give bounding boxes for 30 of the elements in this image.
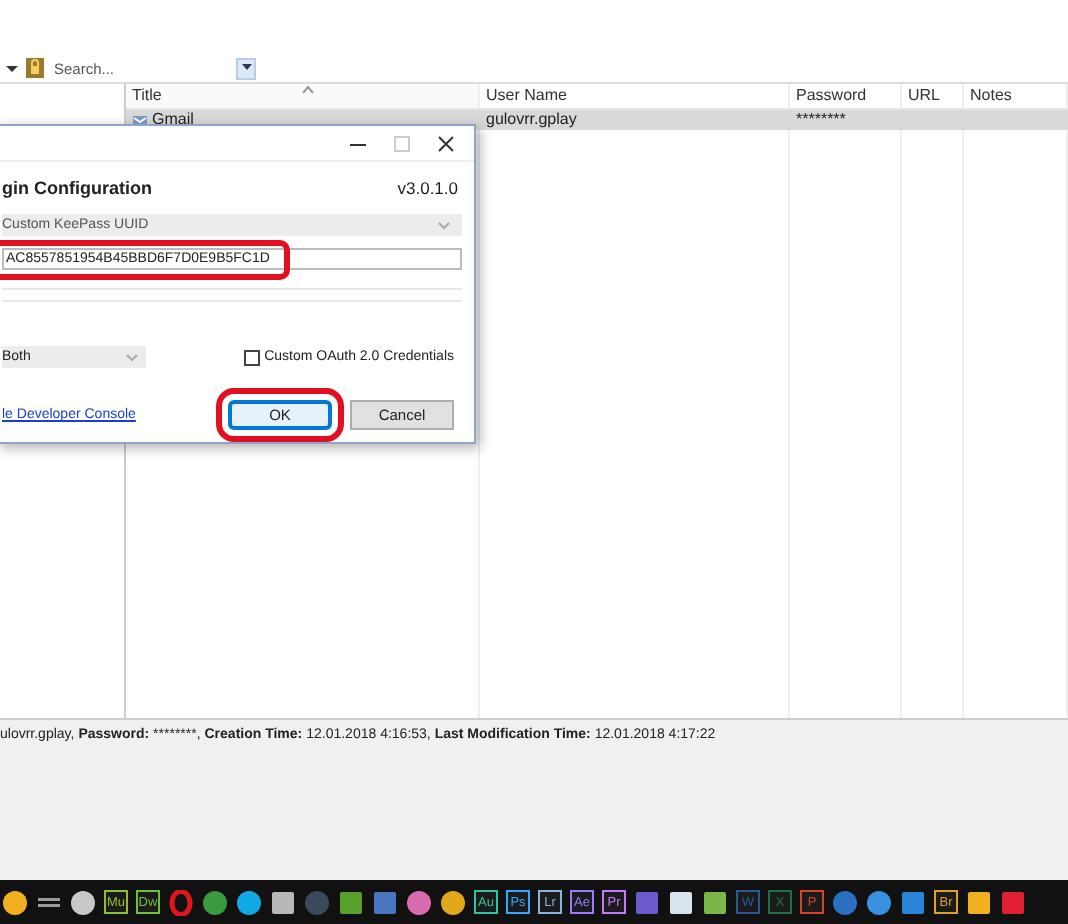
- close-icon[interactable]: [438, 135, 454, 151]
- column-header[interactable]: Title: [126, 84, 480, 108]
- column-header[interactable]: Notes: [964, 84, 1068, 108]
- round-app-icon[interactable]: [866, 889, 892, 915]
- version-label: v3.0.1.0: [397, 178, 458, 198]
- table-cell: Gmail: [152, 110, 194, 130]
- chevron-icon: [126, 353, 138, 361]
- table-cell: ********: [796, 110, 846, 130]
- round-app-icon[interactable]: [2, 889, 28, 915]
- search-dropdown-button[interactable]: [236, 57, 256, 79]
- app-icon[interactable]: [668, 889, 694, 915]
- chevron-icon: [438, 221, 450, 229]
- app-icon[interactable]: [338, 889, 364, 915]
- round-app-icon[interactable]: [440, 889, 466, 915]
- dropdown-arrow-icon: [241, 64, 251, 72]
- ring-app-icon[interactable]: [168, 889, 194, 915]
- column-header[interactable]: URL: [902, 84, 964, 108]
- column-header[interactable]: User Name: [480, 84, 790, 108]
- app-icon[interactable]: [270, 889, 296, 915]
- dialog-title: gin Configuration: [2, 178, 152, 198]
- table-cell: gulovrr.gplay: [486, 110, 577, 130]
- round-app-icon[interactable]: [406, 889, 432, 915]
- round-app-icon[interactable]: [70, 889, 96, 915]
- round-app-icon[interactable]: [236, 889, 262, 915]
- app-icon[interactable]: [966, 889, 992, 915]
- app-icon[interactable]: [702, 889, 728, 915]
- column-header[interactable]: Password: [790, 84, 902, 108]
- maximize-icon: [394, 135, 410, 151]
- round-app-icon[interactable]: [202, 889, 228, 915]
- dropdown-arrow-icon[interactable]: [4, 60, 20, 76]
